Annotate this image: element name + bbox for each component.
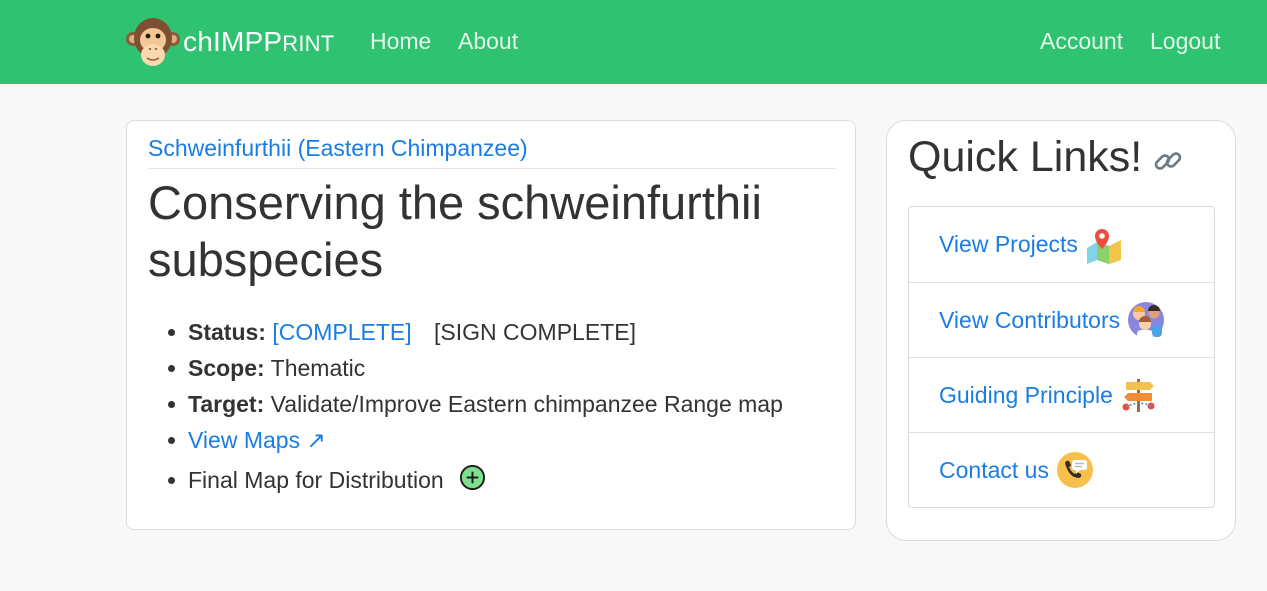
nav-about-link[interactable]: About <box>458 28 518 55</box>
card-header-divider <box>148 168 836 169</box>
navbar: chIMPPRINT Home About Account Logout <box>0 0 1267 84</box>
signpost-icon <box>1122 379 1155 412</box>
quick-link-view-projects[interactable]: View Projects <box>909 207 1214 282</box>
quick-link-view-contributors[interactable]: View Contributors <box>909 282 1214 357</box>
quick-link-label: View Projects <box>939 231 1078 257</box>
quick-link-guiding-principle[interactable]: Guiding Principle <box>909 357 1214 432</box>
final-map-item: Final Map for Distribution <box>168 458 848 502</box>
scope-item: Scope: Thematic <box>168 350 848 386</box>
project-details-list: Status: [COMPLETE] [SIGN COMPLETE] Scope… <box>168 314 848 502</box>
chimp-logo-icon <box>126 18 180 66</box>
chain-link-icon <box>1154 151 1182 170</box>
quick-link-label: Contact us <box>939 456 1049 483</box>
add-circle-icon[interactable] <box>459 464 486 491</box>
quick-links-heading: Quick Links! <box>908 133 1184 182</box>
view-maps-link[interactable]: View Maps ↗ <box>188 427 326 453</box>
status-item: Status: [COMPLETE] [SIGN COMPLETE] <box>168 314 848 350</box>
quick-link-contact-us[interactable]: Contact us <box>909 432 1214 507</box>
quick-links-title: Quick Links! <box>908 133 1143 181</box>
nav-logout-link[interactable]: Logout <box>1150 28 1220 55</box>
people-icon <box>1128 302 1165 339</box>
phone-chat-icon <box>1056 452 1093 488</box>
nav-account-link[interactable]: Account <box>1040 28 1123 55</box>
scope-value: Thematic <box>270 355 366 381</box>
quick-links-list: View Projects View Contributors Guiding … <box>908 206 1215 508</box>
brand-name: chIMPPRINT <box>183 26 335 57</box>
scope-label: Scope: <box>188 355 265 381</box>
target-value: Validate/Improve Eastern chimpanzee Rang… <box>270 391 783 417</box>
quick-link-label: Guiding Principle <box>939 381 1113 408</box>
project-title: Conserving the schweinfurthii subspecies <box>148 176 762 286</box>
project-card: Schweinfurthii (Eastern Chimpanzee) Cons… <box>126 120 856 530</box>
final-map-label: Final Map for Distribution <box>188 467 444 493</box>
map-pin-icon <box>1086 228 1121 264</box>
status-complete-link[interactable]: [COMPLETE] <box>272 319 411 345</box>
status-label: Status: <box>188 319 266 345</box>
subspecies-link[interactable]: Schweinfurthii (Eastern Chimpanzee) <box>148 135 528 162</box>
quick-links-card: Quick Links! View Projects View Contribu… <box>886 120 1236 541</box>
quick-link-label: View Contributors <box>939 306 1121 333</box>
view-maps-item: View Maps ↗ <box>168 422 848 458</box>
target-label: Target: <box>188 391 265 417</box>
sign-complete-action[interactable]: [SIGN COMPLETE] <box>434 319 636 345</box>
target-item: Target: Validate/Improve Eastern chimpan… <box>168 386 848 422</box>
brand-link[interactable]: chIMPPRINT <box>125 14 334 70</box>
nav-home-link[interactable]: Home <box>370 28 431 55</box>
